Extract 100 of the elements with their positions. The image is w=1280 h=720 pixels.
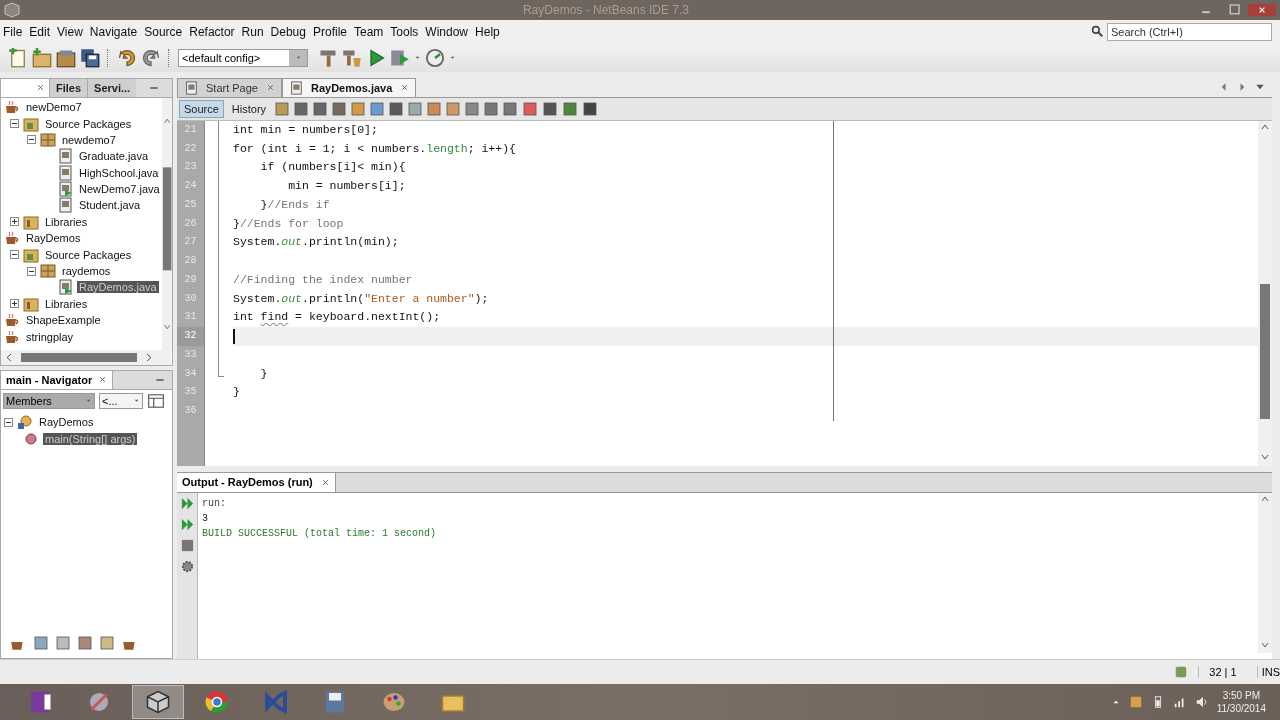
config-dropdown[interactable]: <default config> <box>178 48 308 67</box>
menu-item[interactable]: Help <box>472 25 503 39</box>
tree-item[interactable]: main(String[] args) <box>43 432 138 445</box>
tree-item[interactable]: stringplay <box>24 330 76 343</box>
tray-app-icon[interactable] <box>1128 695 1143 709</box>
tree-item[interactable]: Student.java <box>77 199 143 212</box>
field-filter-icon[interactable] <box>33 635 49 652</box>
rerun-icon[interactable] <box>179 516 195 532</box>
panel-toggle-icon[interactable] <box>147 391 165 410</box>
toolbar-icon[interactable] <box>388 100 405 117</box>
tree-item[interactable]: Libraries <box>43 215 90 228</box>
inherited-filter-icon[interactable] <box>99 635 115 652</box>
static-filter-icon[interactable] <box>55 635 71 652</box>
tree-item[interactable]: RayDemos <box>37 416 96 429</box>
dropdown-caret-icon[interactable] <box>133 397 140 405</box>
menu-item[interactable]: Window <box>422 25 472 39</box>
close-icon[interactable] <box>266 83 275 93</box>
tree-item[interactable]: raydemos <box>60 265 113 277</box>
taskbar-app[interactable] <box>132 685 184 719</box>
tree-item[interactable]: Libraries <box>43 297 90 310</box>
profile-icon[interactable] <box>425 47 445 68</box>
collapse-toggle-icon[interactable] <box>10 119 19 128</box>
tree-item[interactable]: RayDemos <box>24 232 83 245</box>
browser-icon[interactable] <box>205 690 229 714</box>
tree-item[interactable]: HighSchool.java <box>77 166 161 179</box>
menu-item[interactable]: Navigate <box>86 25 141 39</box>
tree-item[interactable]: Source Packages <box>43 117 134 130</box>
toolbar-icon[interactable] <box>312 100 329 117</box>
save-icon[interactable] <box>80 47 100 68</box>
undo-icon[interactable] <box>117 47 137 68</box>
cube-icon[interactable] <box>146 690 170 714</box>
close-icon[interactable] <box>320 477 330 487</box>
menu-item[interactable]: Debug <box>267 25 309 39</box>
horizontal-scrollbar[interactable] <box>1 349 171 365</box>
menu-item[interactable]: Run <box>238 25 267 39</box>
tree-item[interactable]: Graduate.java <box>77 150 151 163</box>
menu-item[interactable]: File <box>0 25 26 39</box>
menu-item[interactable]: Team <box>351 25 387 39</box>
toolbar-icon[interactable] <box>582 100 599 117</box>
palette-icon[interactable] <box>382 690 406 714</box>
toolbar-icon[interactable] <box>369 100 386 117</box>
expand-toggle-icon[interactable] <box>10 217 19 227</box>
editor-tab[interactable]: Start Page <box>177 77 282 97</box>
vertical-scrollbar[interactable] <box>161 97 172 350</box>
floppy-icon[interactable] <box>323 690 347 714</box>
close-icon[interactable] <box>400 83 410 93</box>
dropdown-caret-icon[interactable] <box>414 54 421 62</box>
close-icon[interactable] <box>36 83 45 93</box>
notification-icon[interactable] <box>1174 665 1189 680</box>
vertical-scrollbar[interactable] <box>1258 120 1272 466</box>
close-icon[interactable] <box>98 375 108 385</box>
tree-item[interactable]: Source Packages <box>43 248 134 261</box>
toolbar-icon[interactable] <box>502 100 519 117</box>
menu-item[interactable]: Profile <box>310 25 350 39</box>
notebook-icon[interactable] <box>28 690 52 714</box>
panel-tab[interactable]: Servi... <box>87 78 137 97</box>
toolbar-icon[interactable] <box>561 100 580 117</box>
collapse-toggle-icon[interactable] <box>27 266 36 276</box>
rerun-icon[interactable] <box>179 495 195 511</box>
view-toggle[interactable]: Source <box>179 99 224 118</box>
tree-item[interactable]: NewDemo7.java <box>77 183 162 196</box>
toolbar-icon[interactable] <box>542 100 559 117</box>
toolbar-icon[interactable] <box>331 100 348 117</box>
collapse-toggle-icon[interactable] <box>27 135 36 145</box>
tree-item[interactable]: RayDemos.java <box>77 281 159 294</box>
settings-icon[interactable] <box>179 558 195 574</box>
view-toggle[interactable]: History <box>226 99 272 118</box>
vertical-scrollbar[interactable] <box>1258 492 1272 653</box>
menu-item[interactable]: Refactor <box>186 25 238 39</box>
tree-item[interactable]: ShapeExample <box>24 314 103 327</box>
collapse-toggle-icon[interactable] <box>4 417 13 427</box>
menu-item[interactable]: Source <box>141 25 186 39</box>
panel-tab[interactable]: Files <box>49 78 88 97</box>
speaker-icon[interactable] <box>1194 695 1209 709</box>
toolbar-icon[interactable] <box>521 100 540 117</box>
new-file-icon[interactable] <box>8 47 28 68</box>
menu-item[interactable]: Tools <box>387 25 422 39</box>
expand-toggle-icon[interactable] <box>10 299 19 309</box>
tree-item[interactable]: newdemo7 <box>60 133 118 146</box>
menu-item[interactable]: Edit <box>26 25 54 39</box>
paint-tool-icon[interactable] <box>87 690 111 714</box>
toolbar-icon[interactable] <box>483 100 500 117</box>
menu-item[interactable]: View <box>54 25 86 39</box>
output-tab[interactable]: Output - RayDemos (run) <box>177 472 336 492</box>
sort-dropdown[interactable]: <... <box>99 392 143 409</box>
toolbar-icon[interactable] <box>464 100 481 117</box>
new-project-icon[interactable] <box>32 47 52 68</box>
toolbar-icon[interactable] <box>293 100 310 117</box>
editor-tab[interactable]: RayDemos.java <box>282 77 417 97</box>
dropdown-caret-icon[interactable] <box>449 54 456 62</box>
search-field[interactable]: Search (Ctrl+I) <box>1107 23 1272 41</box>
members-dropdown[interactable]: Members <box>3 392 95 409</box>
collapse-toggle-icon[interactable] <box>10 250 19 260</box>
tree-item[interactable]: newDemo7 <box>24 101 84 114</box>
lock-filter-icon[interactable] <box>77 635 93 652</box>
stop-icon[interactable] <box>179 537 195 553</box>
navigator-tab[interactable]: main - Navigator <box>1 370 114 389</box>
search-icon[interactable] <box>1091 25 1104 39</box>
redo-icon[interactable] <box>141 47 161 68</box>
toolbar-icon[interactable] <box>426 100 443 117</box>
